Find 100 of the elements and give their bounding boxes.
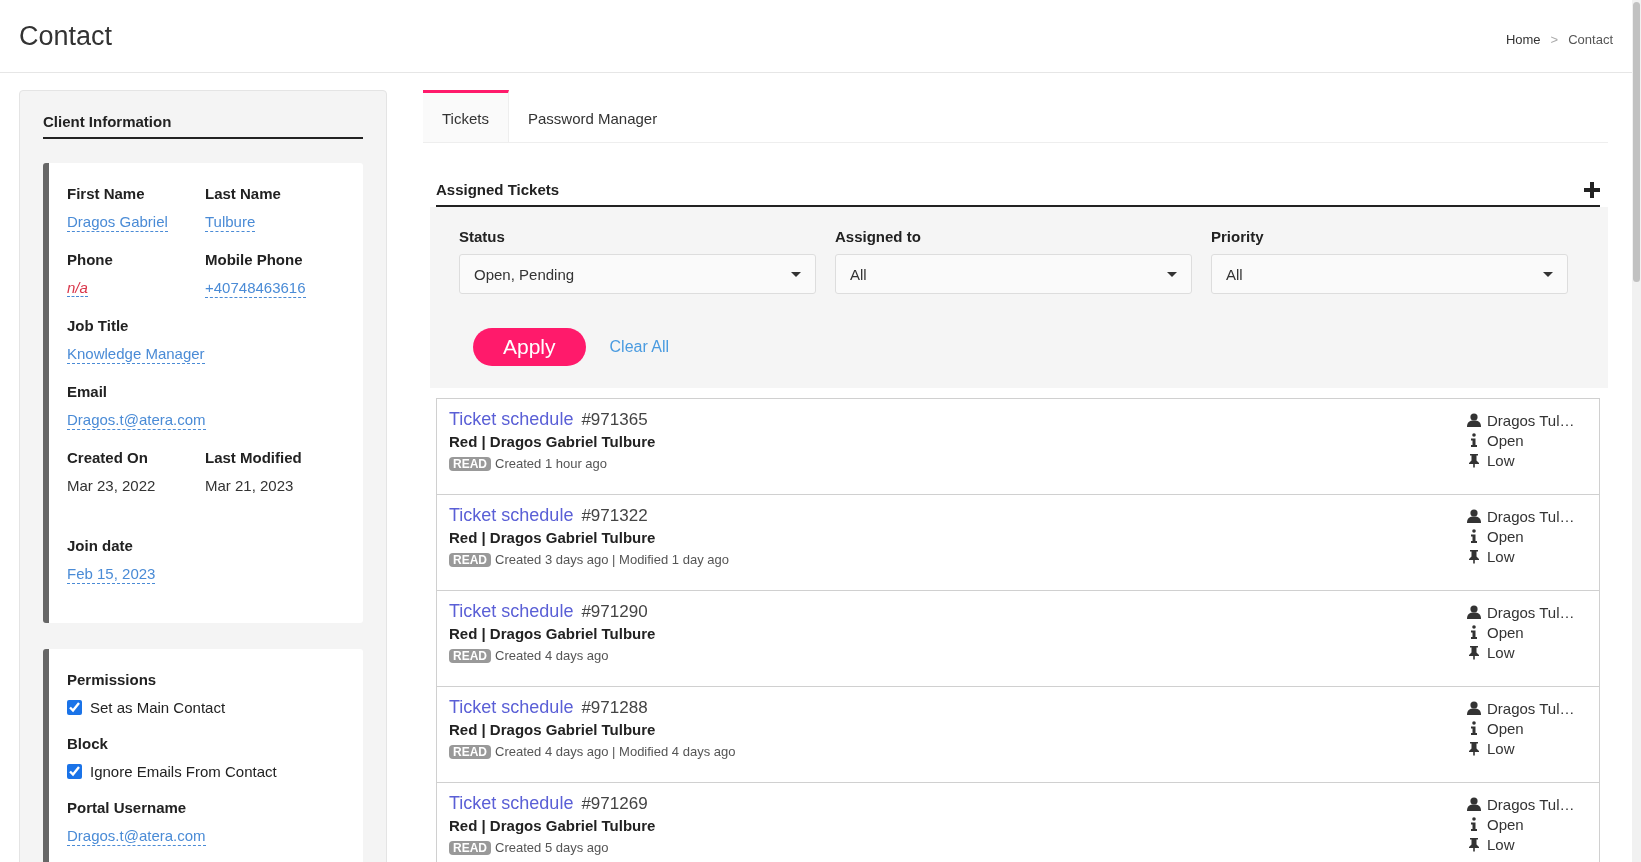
ticket-number: #971365: [581, 410, 648, 430]
user-icon: [1467, 797, 1481, 812]
field-link[interactable]: +40748463616: [205, 279, 306, 298]
field-label: First Name: [67, 185, 146, 202]
dropdown[interactable]: All: [1211, 254, 1568, 294]
user-icon: [1467, 413, 1481, 428]
ticket-status: Open: [1487, 624, 1524, 641]
ticket-priority: Low: [1487, 644, 1515, 661]
filter-label: Assigned to: [835, 228, 922, 245]
ticket-meta: Created 4 days ago: [495, 648, 609, 663]
ticket-row[interactable]: Ticket schedule #971288 Red | Dragos Gabriel Tulbure READ Created 4 days ago | Modified 4 days ago Dragos Tul… Open Low: [437, 687, 1599, 783]
ticket-row[interactable]: Ticket schedule #971290 Red | Dragos Gabriel Tulbure READ Created 4 days ago Dragos Tul… Open Low: [437, 591, 1599, 687]
tab[interactable]: Password Manager: [508, 90, 677, 142]
field-label: Created On: [67, 449, 149, 466]
assignee: Dragos Tul…: [1487, 604, 1575, 621]
field-label: Email: [67, 383, 109, 400]
field-link[interactable]: Feb 15, 2023: [67, 565, 156, 584]
assignee: Dragos Tul…: [1487, 796, 1575, 813]
ticket-priority: Low: [1487, 740, 1515, 757]
field-link[interactable]: Dragos.t@atera.com: [67, 827, 206, 846]
ticket-row[interactable]: Ticket schedule #971365 Red | Dragos Gabriel Tulbure READ Created 1 hour ago Dragos Tul… Open Low: [437, 399, 1599, 495]
ticket-link[interactable]: Ticket schedule: [449, 697, 574, 718]
ticket-status: Open: [1487, 432, 1524, 449]
field-value: Mar 23, 2022: [67, 477, 156, 494]
dropdown[interactable]: All: [835, 254, 1192, 294]
user-icon: [1467, 509, 1481, 524]
scrollbar[interactable]: [1632, 0, 1641, 862]
read-badge: READ: [449, 648, 491, 663]
field-value: Mar 21, 2023: [205, 477, 294, 494]
ticket-subtitle: Red | Dragos Gabriel Tulbure: [449, 433, 656, 450]
breadcrumb-separator: >: [1550, 31, 1559, 47]
field-label: Block: [67, 735, 109, 752]
ticket-link[interactable]: Ticket schedule: [449, 793, 574, 814]
read-badge: READ: [449, 552, 491, 567]
field-label: Job Title: [67, 317, 130, 334]
field-label: Last Name: [205, 185, 282, 202]
caret-icon: [791, 271, 801, 277]
ticket-link[interactable]: Ticket schedule: [449, 505, 574, 526]
user-icon: [1467, 701, 1481, 716]
checkbox-label: Set as Main Contact: [90, 699, 226, 716]
scrollbar-thumb[interactable]: [1633, 2, 1640, 282]
field-link[interactable]: Tulbure: [205, 213, 256, 232]
read-badge: READ: [449, 840, 491, 855]
pin-icon: [1467, 549, 1481, 564]
field-label: Join date: [67, 537, 134, 554]
ticket-subtitle: Red | Dragos Gabriel Tulbure: [449, 529, 657, 546]
field-label: Phone: [67, 251, 114, 268]
field-label: Permissions: [67, 671, 158, 688]
breadcrumb-link[interactable]: Home: [1505, 31, 1541, 47]
ticket-priority: Low: [1487, 836, 1515, 853]
field-link[interactable]: Knowledge Manager: [67, 345, 205, 364]
caret-icon: [1543, 271, 1553, 277]
breadcrumb-current: Contact: [1568, 31, 1613, 47]
add-icon: [1584, 182, 1600, 198]
checkbox[interactable]: [67, 764, 82, 779]
page-title: Contact: [19, 20, 113, 52]
tab[interactable]: Tickets: [423, 90, 509, 142]
field-label: Mobile Phone: [205, 251, 304, 268]
ticket-meta: Created 3 days ago | Modified 1 day ago: [495, 552, 729, 567]
ticket-row[interactable]: Ticket schedule #971269 Red | Dragos Gabriel Tulbure READ Created 5 days ago Dragos Tul… Open Low: [437, 783, 1599, 862]
ticket-priority: Low: [1487, 548, 1515, 565]
ticket-link[interactable]: Ticket schedule: [449, 409, 574, 430]
read-badge: READ: [449, 456, 491, 471]
ticket-number: #971290: [581, 602, 648, 622]
ticket-row[interactable]: Ticket schedule #971322 Red | Dragos Gabriel Tulbure READ Created 3 days ago | Modified 1 day ago Dragos Tul… Open Low: [437, 495, 1599, 591]
filter-label: Priority: [1211, 228, 1265, 245]
ticket-number: #971322: [581, 506, 648, 526]
ticket-priority: Low: [1487, 452, 1515, 469]
read-badge: READ: [449, 744, 491, 759]
assignee: Dragos Tul…: [1487, 700, 1575, 717]
ticket-subtitle: Red | Dragos Gabriel Tulbure: [449, 817, 656, 834]
dropdown[interactable]: Open, Pending: [459, 254, 816, 294]
pin-icon: [1467, 837, 1481, 852]
field-link[interactable]: Dragos Gabriel: [67, 213, 168, 232]
ticket-status: Open: [1487, 528, 1524, 545]
pin-icon: [1467, 645, 1481, 660]
pin-icon: [1467, 453, 1481, 468]
assignee: Dragos Tul…: [1487, 412, 1575, 429]
filter-label: Status: [459, 228, 506, 245]
field-link[interactable]: n/a: [67, 279, 88, 297]
checkbox[interactable]: [67, 700, 82, 715]
clear-all-link[interactable]: Clear All: [609, 338, 670, 356]
field-label: Portal Username: [67, 799, 188, 816]
ticket-meta: Created 4 days ago | Modified 4 days ago: [495, 744, 736, 759]
ticket-number: #971288: [581, 698, 648, 718]
apply-button[interactable]: Apply: [473, 328, 586, 366]
checkbox-label: Ignore Emails From Contact: [90, 763, 277, 780]
ticket-meta: Created 5 days ago: [495, 840, 609, 855]
section-title: Assigned Tickets: [436, 181, 560, 198]
ticket-link[interactable]: Ticket schedule: [449, 601, 574, 622]
field-label: Last Modified: [205, 449, 303, 466]
field-link[interactable]: Dragos.t@atera.com: [67, 411, 206, 430]
user-icon: [1467, 605, 1481, 620]
assignee: Dragos Tul…: [1487, 508, 1575, 525]
ticket-number: #971269: [581, 794, 648, 814]
ticket-meta: Created 1 hour ago: [495, 456, 608, 471]
pin-icon: [1467, 741, 1481, 756]
caret-icon: [1167, 271, 1177, 277]
panel-title: Client Information: [43, 113, 363, 139]
ticket-status: Open: [1487, 816, 1524, 833]
